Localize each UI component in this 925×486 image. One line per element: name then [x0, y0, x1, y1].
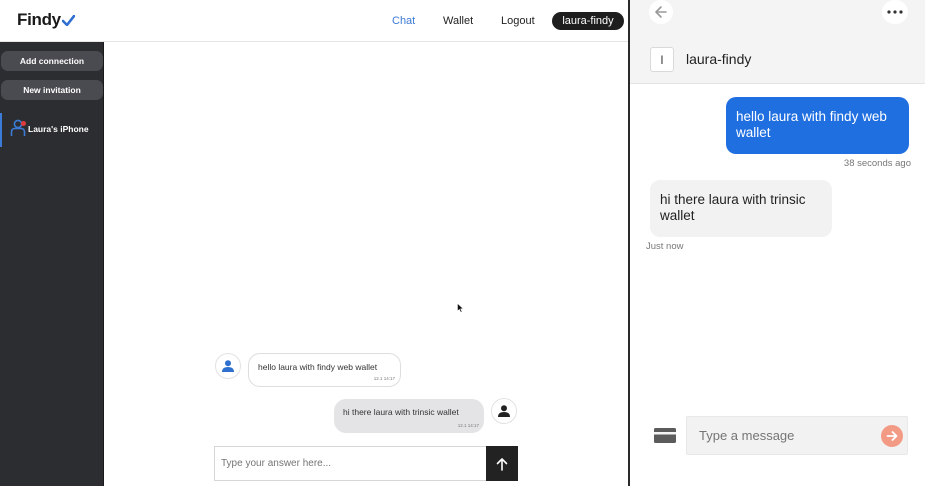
- arrow-up-icon: [496, 457, 508, 471]
- message-input[interactable]: [686, 416, 908, 455]
- more-options-button[interactable]: [882, 0, 908, 24]
- message-time: 12.1 14:17: [457, 423, 479, 428]
- mouse-cursor-icon: [457, 303, 464, 313]
- logo-text: Findy: [17, 10, 61, 29]
- nav-logout[interactable]: Logout: [501, 0, 535, 42]
- answer-input[interactable]: [214, 446, 486, 481]
- nav-wallet[interactable]: Wallet: [443, 0, 473, 42]
- message-timestamp: 38 seconds ago: [843, 158, 911, 169]
- new-invitation-button[interactable]: New invitation: [1, 80, 103, 100]
- send-answer-button[interactable]: [486, 446, 518, 481]
- credential-card-icon[interactable]: [654, 428, 676, 443]
- user-icon: [222, 360, 234, 372]
- message-timestamp: Just now: [646, 241, 684, 252]
- message-text: hello laura with findy web wallet: [258, 362, 378, 372]
- user-icon: [498, 405, 510, 417]
- contact-name: laura-findy: [686, 51, 752, 67]
- message-text: hi there laura with trinsic wallet: [343, 407, 459, 417]
- chat-header: l laura-findy: [630, 0, 925, 84]
- user-badge[interactable]: laura-findy: [552, 12, 624, 30]
- top-navbar: Findy Chat Wallet Logout laura-findy: [0, 0, 628, 42]
- arrow-right-icon: [886, 431, 898, 441]
- back-button[interactable]: [649, 0, 673, 24]
- message-bubble-outgoing: hi there laura with trinsic wallet 12.1 …: [334, 399, 484, 433]
- nav-chat[interactable]: Chat: [392, 0, 415, 42]
- contact-initial-avatar: l: [650, 47, 674, 72]
- active-indicator: [0, 113, 2, 147]
- trinsic-wallet-panel: l laura-findy hello laura with findy web…: [628, 0, 925, 486]
- send-message-button[interactable]: [881, 425, 903, 447]
- message-bubble-incoming: hi there laura with trinsic wallet: [650, 180, 832, 237]
- self-avatar: [491, 398, 517, 424]
- message-time: 12.1 14:17: [373, 376, 395, 381]
- add-connection-button[interactable]: Add connection: [1, 51, 103, 71]
- notification-dot: [21, 121, 26, 126]
- findy-web-app: Findy Chat Wallet Logout laura-findy Add…: [0, 0, 628, 486]
- checkmark-icon: [61, 15, 75, 26]
- arrow-left-icon: [655, 6, 667, 18]
- findy-logo[interactable]: Findy: [17, 10, 75, 30]
- connection-item[interactable]: Laura's iPhone: [0, 113, 104, 147]
- message-bubble-incoming: hello laura with findy web wallet 12.1 1…: [248, 353, 401, 387]
- message-bubble-outgoing: hello laura with findy web wallet: [726, 97, 909, 154]
- contact-avatar: [215, 353, 241, 379]
- connections-sidebar: Add connection New invitation Laura's iP…: [0, 42, 104, 486]
- connection-label: Laura's iPhone: [28, 124, 89, 134]
- more-dots-icon: [887, 10, 903, 14]
